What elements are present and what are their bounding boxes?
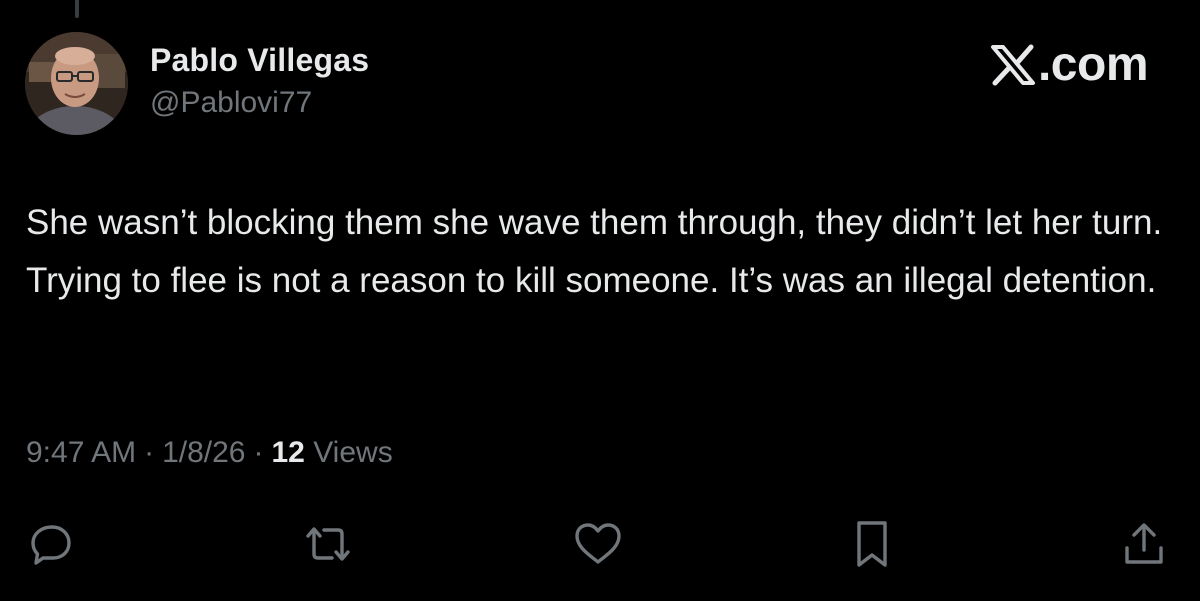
reply-icon: [31, 525, 71, 565]
repost-button[interactable]: [300, 516, 356, 572]
share-icon: [1125, 523, 1163, 564]
share-button[interactable]: [1116, 516, 1172, 572]
post-text: She wasn’t blocking them she wave them t…: [26, 203, 1163, 300]
views-count: 12: [271, 436, 305, 469]
x-logo-icon: [990, 44, 1035, 86]
separator-dot: ·: [253, 436, 264, 469]
thread-connector-line: [75, 0, 79, 18]
views-label: Views: [313, 436, 393, 469]
like-button[interactable]: [570, 516, 626, 572]
post-time[interactable]: 9:47 AM: [26, 436, 136, 469]
post-date[interactable]: 1/8/26: [162, 436, 245, 469]
brand-logo: .com: [990, 38, 1149, 92]
avatar[interactable]: [25, 32, 128, 135]
brand-domain-text: .com: [1037, 38, 1149, 91]
author-handle[interactable]: @Pablovi77: [150, 86, 312, 120]
bookmark-icon: [857, 521, 887, 567]
post-metadata: 9:47 AM · 1/8/26 · 12 Views: [26, 436, 393, 470]
author-name[interactable]: Pablo Villegas: [150, 42, 369, 79]
repost-icon: [306, 527, 350, 561]
avatar-photo: [25, 32, 128, 135]
separator-dot: ·: [144, 436, 155, 469]
reply-button[interactable]: [24, 516, 80, 572]
heart-icon: [575, 523, 621, 564]
bookmark-button[interactable]: [844, 516, 900, 572]
